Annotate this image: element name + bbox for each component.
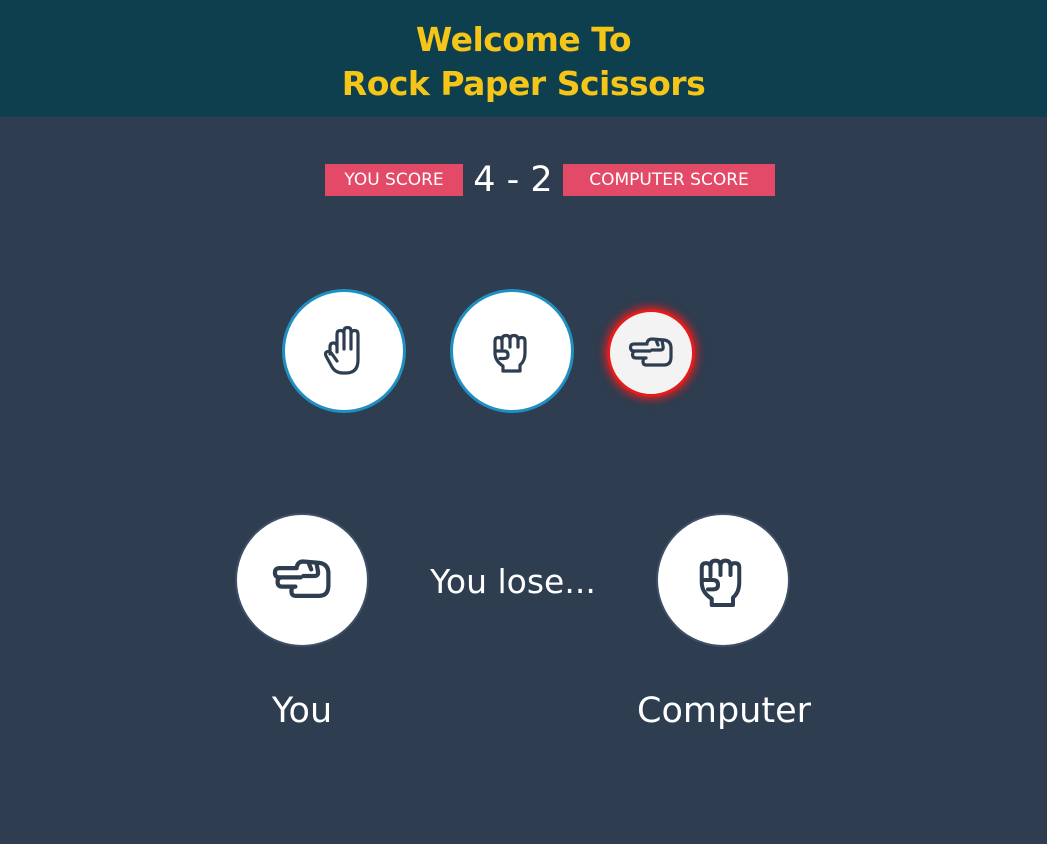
hand-rock-icon xyxy=(485,327,539,375)
scissors-choice-button[interactable] xyxy=(607,309,695,397)
computer-result-hand xyxy=(656,513,790,647)
page-title-line-2: Rock Paper Scissors xyxy=(341,64,706,103)
paper-choice-button[interactable] xyxy=(282,289,406,413)
hand-paper-icon xyxy=(319,324,369,378)
computer-score-badge: COMPUTER SCORE xyxy=(563,164,775,196)
header: Welcome To Rock Paper Scissors xyxy=(0,0,1047,117)
you-result-hand xyxy=(235,513,369,647)
score-value: 4 - 2 xyxy=(473,160,553,200)
result-message: You lose... xyxy=(430,562,596,601)
rock-choice-button[interactable] xyxy=(450,289,574,413)
hand-rock-icon xyxy=(689,550,757,610)
page-title-line-1: Welcome To xyxy=(415,20,632,59)
computer-label: Computer xyxy=(637,691,811,731)
you-score-badge: YOU SCORE xyxy=(325,164,463,196)
hand-scissors-icon xyxy=(269,553,335,607)
you-label: You xyxy=(271,691,333,731)
hand-scissors-icon xyxy=(626,333,676,373)
